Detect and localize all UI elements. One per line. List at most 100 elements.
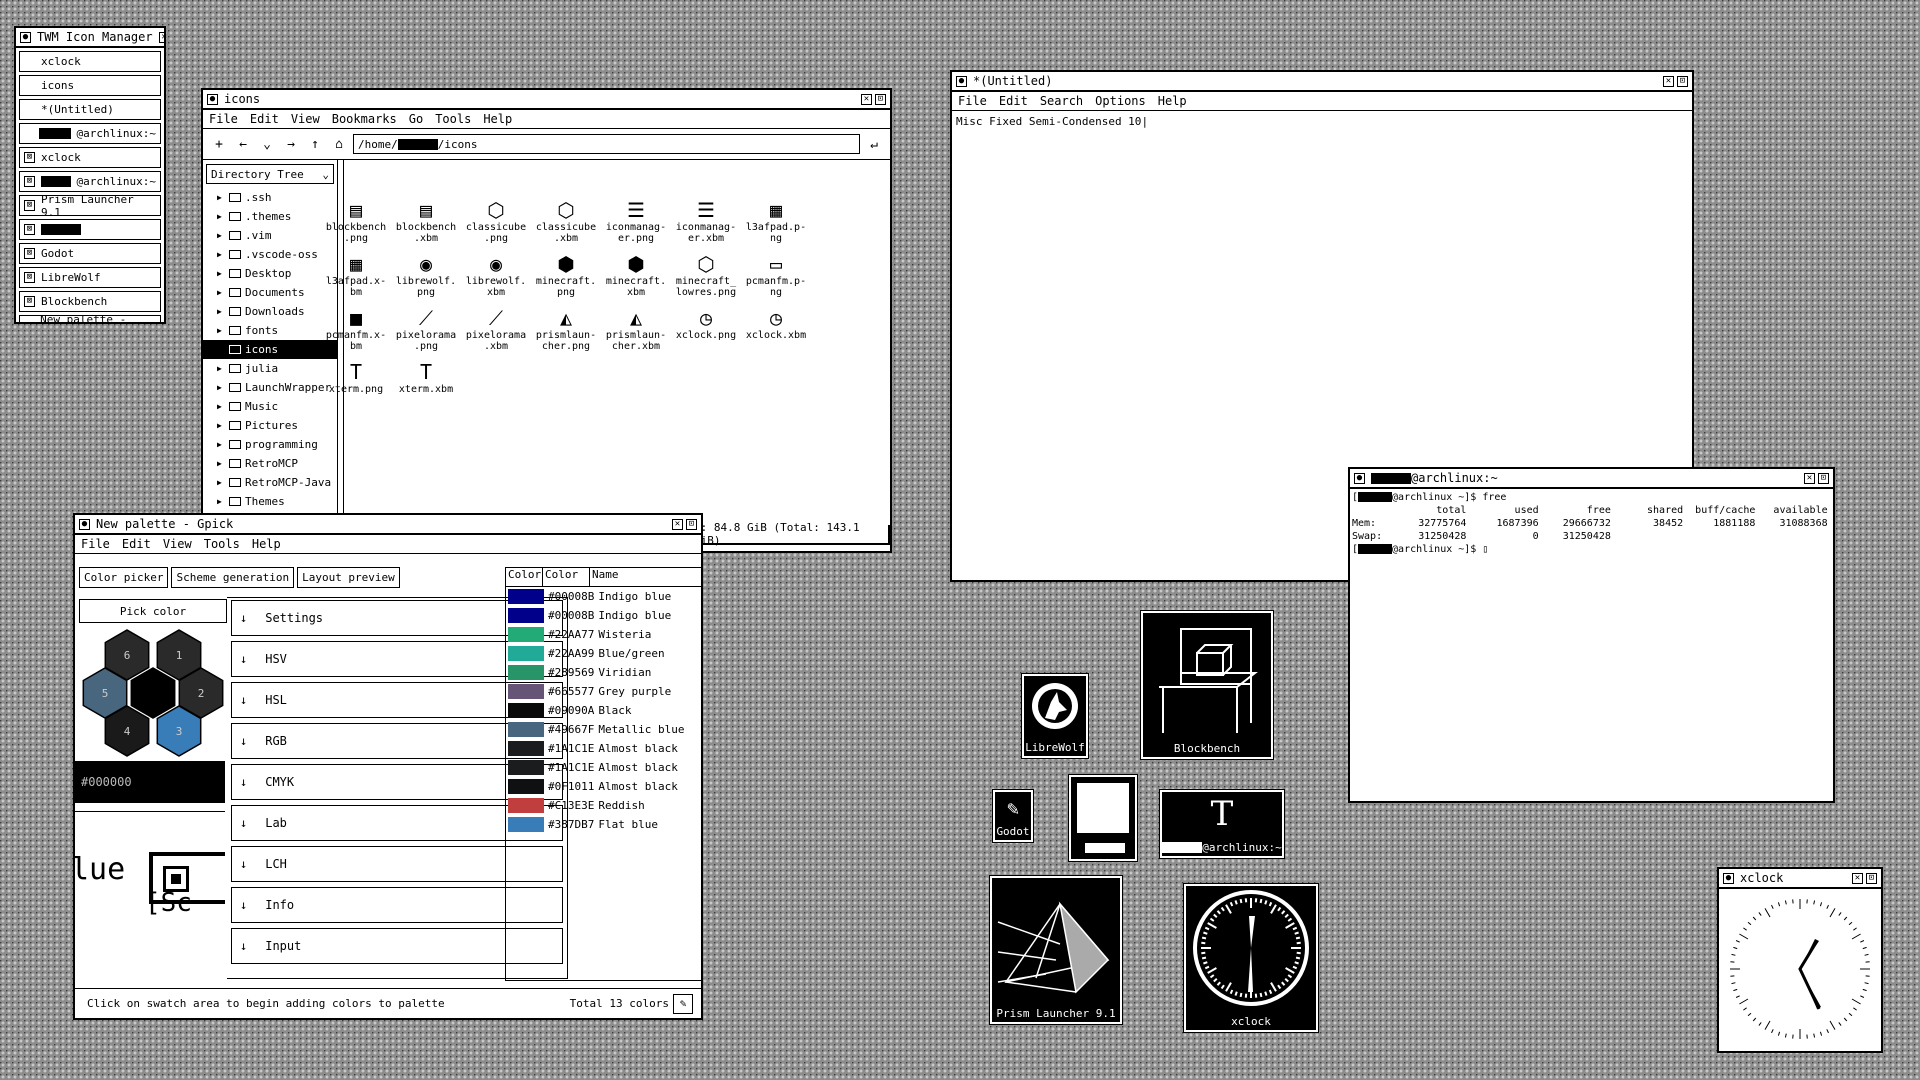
terminal-output[interactable]: [@archlinux ~]$ free total used free sha… [1350, 489, 1833, 558]
tree-item[interactable]: icons [203, 340, 337, 359]
expand-arrow-icon[interactable]: ▶ [217, 307, 225, 316]
palette-row[interactable]: #00008B Indigo blue [508, 587, 701, 606]
tab-scheme-generation[interactable]: Scheme generation [171, 567, 295, 588]
tree-item[interactable]: ▶ .themes [203, 207, 337, 226]
tree-item[interactable]: ▶ .vscode-oss [203, 245, 337, 264]
palette-row[interactable]: #22AA99 Blue/green [508, 644, 701, 663]
file-icon[interactable]: ▤ blockbench .xbm [391, 198, 461, 244]
file-icon[interactable]: ⬢ minecraft. xbm [601, 252, 671, 298]
path-input[interactable]: /home/ /icons [353, 134, 860, 154]
expand-arrow-icon[interactable]: ▶ [217, 269, 225, 278]
palette-row[interactable]: #00008B Indigo blue [508, 606, 701, 625]
close-button[interactable]: ✕ [861, 93, 872, 105]
tree-item[interactable]: ▶ RetroMCP-Java [203, 473, 337, 492]
file-icon[interactable]: ▭ pcmanfm.p- ng [741, 252, 811, 298]
expand-arrow-icon[interactable]: ▶ [217, 383, 225, 392]
librewolf-desktop-icon[interactable]: LibreWolf [1021, 673, 1089, 759]
new-tab-icon[interactable]: + [209, 137, 229, 152]
file-icon[interactable]: ⬡ classicube .xbm [531, 198, 601, 244]
tree-item[interactable]: ▶ .ssh [203, 188, 337, 207]
menu-item[interactable]: Edit [250, 112, 279, 126]
tree-item[interactable]: ▶ RetroMCP [203, 454, 337, 473]
file-icon[interactable]: ▤ blockbench .png [321, 198, 391, 244]
back-icon[interactable]: ← [233, 137, 253, 152]
history-icon[interactable]: ⌄ [257, 137, 277, 152]
xclock-desktop-icon[interactable]: xclock [1183, 883, 1319, 1033]
file-icon[interactable]: ■ pcmanfm.x- bm [321, 306, 391, 352]
palette-row[interactable]: #22AA77 Wisteria [508, 625, 701, 644]
tree-mode-select[interactable]: Directory Tree ⌄ [206, 164, 334, 184]
expand-arrow-icon[interactable]: ▶ [217, 231, 225, 240]
palette-row[interactable]: #C13E3E Reddish [508, 796, 701, 815]
resize-button[interactable]: ⊡ [875, 93, 886, 105]
pick-color-button[interactable]: Pick color [79, 599, 227, 623]
column-name[interactable]: Name [590, 568, 619, 586]
file-icon[interactable]: Txterm.xbm [391, 360, 461, 395]
icon-manager-item[interactable]: ⊠ Blockbench [19, 291, 161, 312]
tree-item[interactable]: ▶ Documents [203, 283, 337, 302]
file-icon[interactable]: ◉ librewolf. png [391, 252, 461, 298]
file-icon[interactable]: ⬡ minecraft_ lowres.png [671, 252, 741, 298]
expand-arrow-icon[interactable]: ▶ [217, 478, 225, 487]
close-button[interactable]: ✕ [672, 518, 683, 530]
expand-arrow-icon[interactable]: ▶ [217, 250, 225, 259]
file-icon[interactable]: ◷ xclock.xbm [741, 306, 811, 352]
expand-arrow-icon[interactable]: ▶ [217, 402, 225, 411]
text-area[interactable]: Misc Fixed Semi-Condensed 10| [952, 111, 1692, 132]
icon-manager-item[interactable]: ⊠ xclock [19, 147, 161, 168]
menu-item[interactable]: Search [1040, 94, 1083, 108]
expand-arrow-icon[interactable]: ▶ [217, 364, 225, 373]
tree-item[interactable]: ▶ fonts [203, 321, 337, 340]
palette-row[interactable]: #49667F Metallic blue [508, 720, 701, 739]
file-icon[interactable]: ⬢ minecraft. png [531, 252, 601, 298]
swatch-hexagon[interactable] [130, 667, 176, 719]
file-icon[interactable]: ⟋ pixelorama .xbm [461, 306, 531, 352]
terminal-titlebar[interactable]: ● @archlinux:~ ✕ ⊡ [1350, 469, 1833, 489]
editor-titlebar[interactable]: ● *(Untitled) ✕ ⊡ [952, 72, 1692, 92]
palette-row[interactable]: #0F1011 Almost black [508, 777, 701, 796]
icon-manager-item[interactable]: ⊠ Prism Launcher 9.1 [19, 193, 161, 219]
expand-arrow-icon[interactable]: ▶ [217, 459, 225, 468]
tree-item[interactable]: ▶ Downloads [203, 302, 337, 321]
iconify-button[interactable]: ● [1723, 872, 1734, 884]
iconify-button[interactable]: ● [20, 31, 31, 43]
tab-color-picker[interactable]: Color picker [79, 567, 169, 588]
tab-layout-preview[interactable]: Layout preview [297, 567, 400, 588]
file-icon[interactable]: ⟋ pixelorama .png [391, 306, 461, 352]
palette-row[interactable]: #1A1C1E Almost black [508, 739, 701, 758]
menu-item[interactable]: Help [483, 112, 512, 126]
terminal-desktop-icon[interactable]: T @archlinux:~ [1159, 789, 1285, 859]
menu-item[interactable]: View [163, 537, 192, 551]
close-button[interactable]: ✕ [1804, 472, 1815, 484]
file-manager-titlebar[interactable]: ● icons ✕ ⊡ [203, 90, 890, 110]
menu-item[interactable]: Tools [435, 112, 471, 126]
expand-arrow-icon[interactable]: ▶ [217, 288, 225, 297]
menu-item[interactable]: Edit [122, 537, 151, 551]
home-icon[interactable]: ⌂ [329, 137, 349, 152]
iconify-button[interactable]: ● [956, 75, 967, 87]
go-icon[interactable]: ↵ [864, 137, 884, 152]
palette-row[interactable]: #665577 Grey purple [508, 682, 701, 701]
file-icon[interactable]: ▦ l3afpad.x- bm [321, 252, 391, 298]
expand-arrow-icon[interactable]: ▶ [217, 497, 225, 506]
icon-manager-item[interactable]: ⊠ [19, 219, 161, 240]
zoom-preview[interactable]: lue [Sc [75, 811, 225, 962]
icon-manager-titlebar[interactable]: ● TWM Icon Manager ✕⊡ [16, 28, 164, 48]
palette-row[interactable]: #289569 Viridian [508, 663, 701, 682]
menu-item[interactable]: File [209, 112, 238, 126]
file-icon[interactable]: ◭ prismlaun- cher.png [531, 306, 601, 352]
color-picker-icon[interactable]: ✎ [673, 993, 693, 1014]
icon-manager-item[interactable]: New palette - Gpick [19, 313, 161, 322]
forward-icon[interactable]: → [281, 137, 301, 152]
close-button[interactable]: ✕ [1852, 872, 1863, 884]
expand-arrow-icon[interactable]: ▶ [217, 421, 225, 430]
tree-item[interactable]: ▶ Music [203, 397, 337, 416]
menu-item[interactable]: Options [1095, 94, 1146, 108]
xclock-titlebar[interactable]: ● xclock ✕ ⊡ [1719, 869, 1881, 889]
resize-button[interactable]: ⊡ [1818, 472, 1829, 484]
column-color-2[interactable]: Color [543, 568, 590, 586]
swatch-hexagons[interactable]: 6 1 5 2 4 3 [81, 625, 225, 757]
menu-item[interactable]: Help [1158, 94, 1187, 108]
close-button[interactable]: ✕ [158, 31, 164, 43]
menu-item[interactable]: Tools [204, 537, 240, 551]
